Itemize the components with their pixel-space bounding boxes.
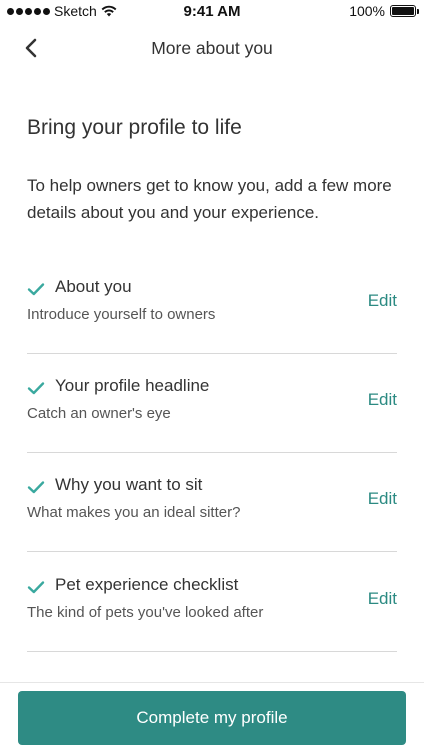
battery-icon bbox=[390, 5, 419, 17]
edit-pet-experience-link[interactable]: Edit bbox=[368, 589, 397, 609]
edit-why-sit-link[interactable]: Edit bbox=[368, 489, 397, 509]
item-title: Why you want to sit bbox=[55, 475, 203, 494]
edit-about-you-link[interactable]: Edit bbox=[368, 291, 397, 311]
edit-profile-headline-link[interactable]: Edit bbox=[368, 390, 397, 410]
check-icon bbox=[27, 382, 45, 395]
check-icon bbox=[27, 481, 45, 494]
list-item-pet-experience[interactable]: Pet experience checklist The kind of pet… bbox=[27, 566, 397, 652]
navigation-bar: More about you bbox=[0, 26, 424, 70]
check-icon bbox=[27, 283, 45, 296]
status-right: 100% bbox=[349, 3, 419, 19]
complete-profile-button[interactable]: Complete my profile bbox=[18, 691, 406, 745]
list-item-profile-headline[interactable]: Your profile headline Catch an owner's e… bbox=[27, 367, 397, 453]
status-bar: Sketch 9:41 AM 100% bbox=[0, 0, 424, 22]
bottom-action-bar: Complete my profile bbox=[0, 682, 424, 756]
page-title: More about you bbox=[151, 38, 273, 58]
item-title: Your profile headline bbox=[55, 376, 210, 395]
intro-text: To help owners get to know you, add a fe… bbox=[27, 176, 392, 222]
item-subtitle: Catch an owner's eye bbox=[27, 405, 171, 422]
item-subtitle: Introduce yourself to owners bbox=[27, 306, 216, 323]
check-icon bbox=[27, 581, 45, 594]
item-title: About you bbox=[55, 277, 132, 296]
item-subtitle: What makes you an ideal sitter? bbox=[27, 504, 241, 521]
section-heading: Bring your profile to life bbox=[27, 116, 242, 139]
list-item-about-you[interactable]: About you Introduce yourself to owners E… bbox=[27, 268, 397, 354]
item-subtitle: The kind of pets you've looked after bbox=[27, 604, 264, 621]
battery-percent: 100% bbox=[349, 3, 385, 19]
list-item-why-sit[interactable]: Why you want to sit What makes you an id… bbox=[27, 466, 397, 552]
item-title: Pet experience checklist bbox=[55, 575, 239, 594]
